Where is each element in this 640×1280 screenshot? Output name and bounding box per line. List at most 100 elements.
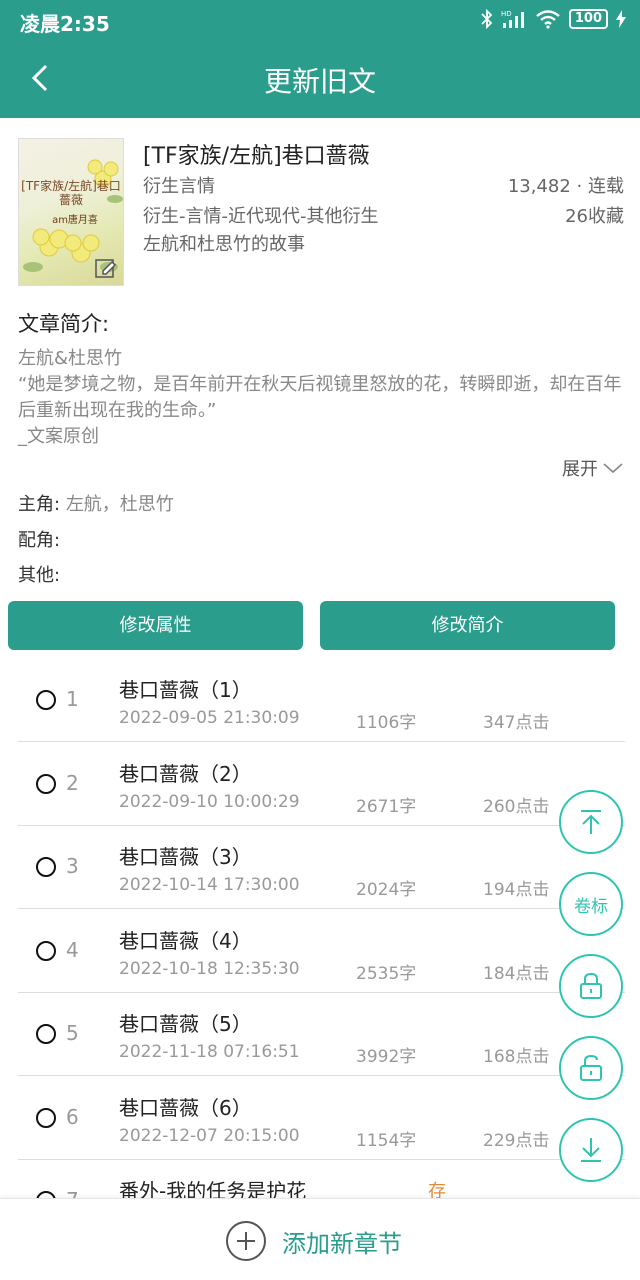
- chapter-title: 巷口蔷薇（2）: [119, 762, 252, 786]
- chapter-word-count: 2535字: [356, 964, 417, 984]
- other-role-row: 其他:: [18, 561, 60, 587]
- chapter-row[interactable]: 5 巷口蔷薇（5） 2022-11-18 07:16:51 3992字 168点…: [18, 992, 625, 1076]
- chapter-clicks: 229点击: [483, 1131, 550, 1151]
- chapter-row[interactable]: 2 巷口蔷薇（2） 2022-09-10 10:00:29 2671字 260点…: [18, 742, 625, 826]
- chapter-title: 巷口蔷薇（3）: [119, 845, 252, 869]
- lock-button[interactable]: [559, 954, 623, 1018]
- chapter-number: 1: [66, 687, 79, 711]
- intro-line: 左航&杜思竹: [18, 348, 123, 369]
- signal-icon: HD: [501, 10, 524, 28]
- chapter-select-radio[interactable]: [36, 941, 56, 961]
- chapter-title: 巷口蔷薇（4）: [119, 929, 252, 953]
- add-chapter-label: 添加新章节: [282, 1229, 402, 1258]
- intro-heading: 文章简介:: [18, 312, 110, 336]
- bluetooth-icon: [481, 9, 493, 29]
- support-role-label: 配角:: [18, 530, 61, 551]
- edit-cover-icon[interactable]: [95, 257, 117, 279]
- edit-intro-button[interactable]: 修改简介: [320, 601, 615, 650]
- book-stats: 13,482 · 连载: [507, 176, 624, 197]
- edit-attributes-button[interactable]: 修改属性: [8, 601, 303, 650]
- chapter-clicks: 260点击: [483, 797, 550, 817]
- app-bar: 更新旧文: [0, 40, 640, 118]
- unlock-button[interactable]: [559, 1036, 623, 1100]
- chapter-date: 2022-09-10 10:00:29: [119, 792, 300, 812]
- chapter-select-radio[interactable]: [36, 857, 56, 877]
- chapter-list: 1 巷口蔷薇（1） 2022-09-05 21:30:09 1106字 347点…: [18, 658, 625, 1198]
- chapter-number: 7: [66, 1188, 79, 1198]
- page-title: 更新旧文: [263, 65, 376, 98]
- scroll-top-button[interactable]: [559, 790, 623, 854]
- chapter-word-count: 3992字: [356, 1047, 417, 1067]
- chapter-select-radio[interactable]: [36, 1108, 56, 1128]
- support-role-row: 配角:: [18, 526, 60, 552]
- volume-label-button[interactable]: 卷标: [559, 872, 623, 936]
- chapter-select-radio[interactable]: [36, 774, 56, 794]
- wifi-icon: [536, 10, 560, 29]
- expand-label: 展开: [562, 459, 598, 480]
- chapter-word-count: 1106字: [356, 713, 417, 733]
- chapter-clicks: 184点击: [483, 964, 550, 984]
- chapter-row[interactable]: 6 巷口蔷薇（6） 2022-12-07 20:15:00 1154字 229点…: [18, 1076, 625, 1160]
- book-cover[interactable]: [TF家族/左航]巷口薔薇 am唐月喜: [18, 138, 124, 286]
- chapter-row[interactable]: 7 番外-我的任务是护花 存: [18, 1159, 625, 1198]
- chapter-select-radio[interactable]: [36, 1024, 56, 1044]
- lock-icon: [580, 972, 602, 999]
- main-role-label: 主角:: [18, 494, 61, 515]
- chapter-number: 6: [66, 1105, 79, 1129]
- charging-icon: [616, 10, 626, 28]
- chapter-clicks: 347点击: [483, 713, 550, 733]
- draft-tag: 存: [428, 1181, 446, 1198]
- chapter-title: 巷口蔷薇（6）: [119, 1096, 252, 1120]
- book-tags: 衍生-言情-近代现代-其他衍生: [143, 206, 379, 227]
- add-chapter-button[interactable]: 添加新章节: [226, 1221, 402, 1261]
- chapter-row[interactable]: 4 巷口蔷薇（4） 2022-10-18 12:35:30 2535字 184点…: [18, 909, 625, 993]
- unlock-icon: [580, 1054, 602, 1081]
- battery-indicator: 100: [568, 9, 608, 29]
- chapter-number: 3: [66, 854, 79, 878]
- arrow-down-to-bottom-icon: [581, 1138, 601, 1162]
- chapter-title: 巷口蔷薇（5）: [119, 1012, 252, 1036]
- chapter-date: 2022-12-07 20:15:00: [119, 1126, 300, 1146]
- chapter-number: 4: [66, 938, 79, 962]
- chapter-title: 巷口蔷薇（1）: [119, 678, 252, 702]
- chapter-select-radio[interactable]: [36, 690, 56, 710]
- chapter-date: 2022-09-05 21:30:09: [119, 708, 300, 728]
- other-role-label: 其他:: [18, 565, 61, 586]
- book-genre: 衍生言情: [143, 176, 215, 197]
- book-info: [TF家族/左航]巷口薔薇 am唐月喜 [TF家族/左航]巷口蔷薇 衍生言情 1…: [18, 138, 624, 286]
- chapter-row[interactable]: 3 巷口蔷薇（3） 2022-10-14 17:30:00 2024字 194点…: [18, 825, 625, 909]
- book-title: [TF家族/左航]巷口蔷薇: [143, 144, 370, 169]
- status-icons: HD 100: [481, 9, 626, 29]
- plus-circle-icon: [226, 1221, 266, 1261]
- chapter-date: 2022-10-14 17:30:00: [119, 875, 300, 895]
- chapter-word-count: 2024字: [356, 880, 417, 900]
- main-role-row: 主角: 左航，杜思竹: [18, 490, 174, 516]
- expand-button[interactable]: 展开: [562, 455, 624, 481]
- chapter-word-count: 1154字: [356, 1131, 417, 1151]
- book-favorites: 26收藏: [565, 206, 624, 227]
- arrow-up-to-top-icon: [581, 810, 601, 834]
- status-time: 凌晨2:35: [20, 12, 110, 36]
- network-type-label: HD: [501, 10, 512, 18]
- cover-author: am唐月喜: [52, 215, 98, 226]
- chevron-down-icon: [603, 463, 623, 474]
- cover-title: [TF家族/左航]巷口薔薇: [21, 179, 121, 207]
- chapter-number: 5: [66, 1021, 79, 1045]
- bottom-bar: 添加新章节: [0, 1198, 640, 1280]
- chapter-title: 番外-我的任务是护花: [119, 1179, 307, 1198]
- scroll-bottom-button[interactable]: [559, 1118, 623, 1182]
- chapter-row[interactable]: 1 巷口蔷薇（1） 2022-09-05 21:30:09 1106字 347点…: [18, 658, 625, 742]
- chapter-clicks: 168点击: [483, 1047, 550, 1067]
- intro-line: _文案原创: [18, 426, 99, 447]
- chapter-number: 2: [66, 771, 79, 795]
- chapter-select-radio[interactable]: [36, 1191, 56, 1198]
- intro-text: 左航&杜思竹 “她是梦境之物，是百年前开在秋天后视镜里怒放的花，转瞬即逝，却在百…: [18, 346, 624, 450]
- status-bar: 凌晨2:35 HD 100: [0, 0, 640, 40]
- main-role-value: 左航，杜思竹: [65, 494, 174, 515]
- chapter-date: 2022-11-18 07:16:51: [119, 1042, 300, 1062]
- chapter-word-count: 2671字: [356, 797, 417, 817]
- chapter-date: 2022-10-18 12:35:30: [119, 959, 300, 979]
- chapter-clicks: 194点击: [483, 880, 550, 900]
- book-summary: 左航和杜思竹的故事: [143, 234, 305, 255]
- intro-line: “她是梦境之物，是百年前开在秋天后视镜里怒放的花，转瞬即逝，却在百年后重新出现在…: [18, 374, 622, 421]
